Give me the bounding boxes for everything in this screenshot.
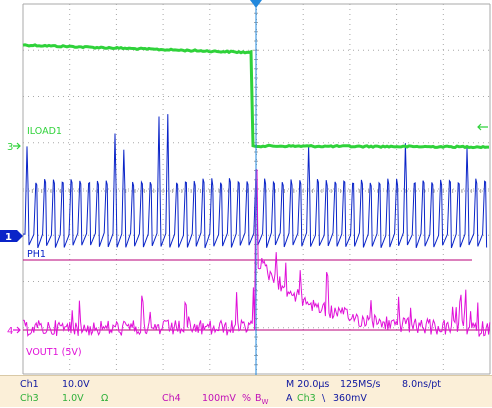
ch4-scale[interactable]: 100mV [202, 393, 236, 405]
timebase[interactable]: M 20.0µs [286, 379, 329, 391]
status-bar: Ch1 10.0V Ch3 1.0V Ω Ch4 100mV % BW M 20… [0, 375, 492, 407]
resolution: 8.0ns/pt [402, 379, 442, 390]
ph1-label: PH1 [27, 249, 46, 260]
ch1-scale[interactable]: 10.0V [62, 379, 90, 391]
ch3-scale[interactable]: 1.0V [62, 393, 84, 405]
ch4-name[interactable]: Ch4 [162, 393, 181, 405]
sample-rate: 125MS/s [340, 379, 381, 390]
ch1-marker-label: 1 [5, 232, 12, 243]
vout1-label: VOUT1 (5V) [26, 347, 82, 358]
ch1-name[interactable]: Ch1 [20, 379, 39, 391]
bw-subscript: W [261, 397, 269, 406]
iload1-label: ILOAD1 [27, 126, 62, 137]
trigger-level[interactable]: 360mV [333, 393, 367, 405]
trigger-slope-icon[interactable]: \ [322, 393, 325, 405]
oscilloscope-display: 3 1 4 ILOAD1 PH1 VOUT1 (5V) [0, 0, 492, 375]
ch4-marker[interactable]: 4 [7, 326, 13, 337]
ch3-unit: Ω [101, 393, 109, 404]
trigger-mode[interactable]: A [286, 393, 293, 405]
ch3-marker[interactable]: 3 [7, 142, 13, 153]
ch4-mark: % [242, 393, 252, 404]
trigger-source[interactable]: Ch3 [297, 393, 316, 405]
ch3-name[interactable]: Ch3 [20, 393, 39, 405]
